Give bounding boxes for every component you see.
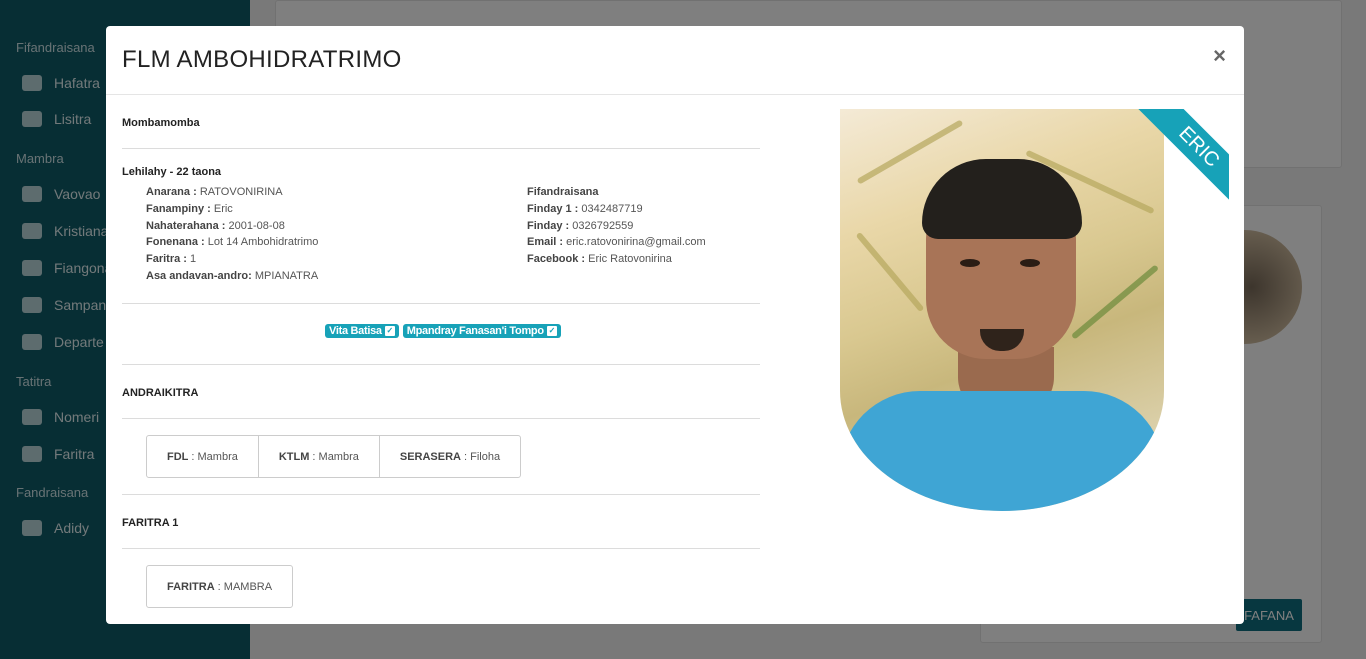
modal-title: FLM AMBOHIDRATRIMO	[122, 46, 402, 73]
andraikitra-group: FDL: Mambra KTLM: Mambra SERASERA: Filoh…	[146, 435, 522, 478]
gender-age: Lehilahy - 22 taona	[122, 166, 222, 178]
faritra-mambra[interactable]: FARITRA: MAMBRA	[147, 566, 292, 607]
badge-vita-batisa: Vita Batisa ✓	[325, 324, 399, 338]
person-eye	[960, 259, 980, 267]
section-andraikitra: ANDRAIKITRA	[122, 387, 199, 399]
section-mombamomba: Mombamomba	[122, 117, 200, 129]
profile-photo	[840, 109, 1164, 511]
info-row-fanampiny: Fanampiny : Eric	[146, 202, 233, 215]
contact-row-finday: Finday : 0326792559	[527, 219, 634, 232]
personal-info: Anarana : RATOVONIRINA Fanampiny : Eric …	[146, 184, 318, 285]
badge-mpandray: Mpandray Fanasan'i Tompo ✓	[402, 324, 561, 338]
ribbon-label: ERIC	[1131, 109, 1229, 215]
profile-modal: FLM AMBOHIDRATRIMO × Mombamomba Lehilahy…	[106, 26, 1244, 624]
divider	[122, 494, 760, 495]
divider	[122, 418, 760, 419]
faritra-group: FARITRA: MAMBRA	[146, 565, 294, 608]
contact-info: Fifandraisana Finday 1 : 0342487719 Find…	[527, 184, 706, 268]
divider	[122, 364, 760, 365]
badges: Vita Batisa ✓ Mpandray Fanasan'i Tompo ✓	[325, 324, 561, 338]
section-faritra: FARITRA 1	[122, 517, 179, 529]
person-shirt	[840, 391, 1164, 511]
info-row-anarana: Anarana : RATOVONIRINA	[146, 186, 283, 198]
role-fdl[interactable]: FDL: Mambra	[147, 436, 259, 477]
contact-row-finday1: Finday 1 : 0342487719	[527, 202, 643, 215]
info-row-nahaterahana: Nahaterahana : 2001-08-08	[146, 219, 285, 232]
contact-row-email: Email : eric.ratovonirina@gmail.com	[527, 236, 706, 249]
close-icon[interactable]: ×	[1213, 44, 1226, 68]
info-row-faritra: Faritra : 1	[146, 253, 197, 266]
divider	[122, 548, 760, 549]
info-row-fonenana: Fonenana : Lot 14 Ambohidratrimo	[146, 236, 319, 249]
contact-row-facebook: Facebook : Eric Ratovonirina	[527, 253, 672, 266]
modal-header: FLM AMBOHIDRATRIMO ×	[106, 26, 1244, 95]
role-serasera[interactable]: SERASERA: Filoha	[380, 436, 520, 477]
divider	[122, 303, 760, 304]
person-eye	[1020, 259, 1040, 267]
name-ribbon: ERIC	[1121, 109, 1229, 217]
check-icon: ✓	[546, 326, 557, 336]
divider	[122, 148, 760, 149]
contact-title: Fifandraisana	[527, 186, 599, 198]
role-ktlm[interactable]: KTLM: Mambra	[259, 436, 380, 477]
info-row-asa: Asa andavan-andro: MPIANATRA	[146, 269, 319, 282]
check-icon: ✓	[384, 326, 395, 336]
